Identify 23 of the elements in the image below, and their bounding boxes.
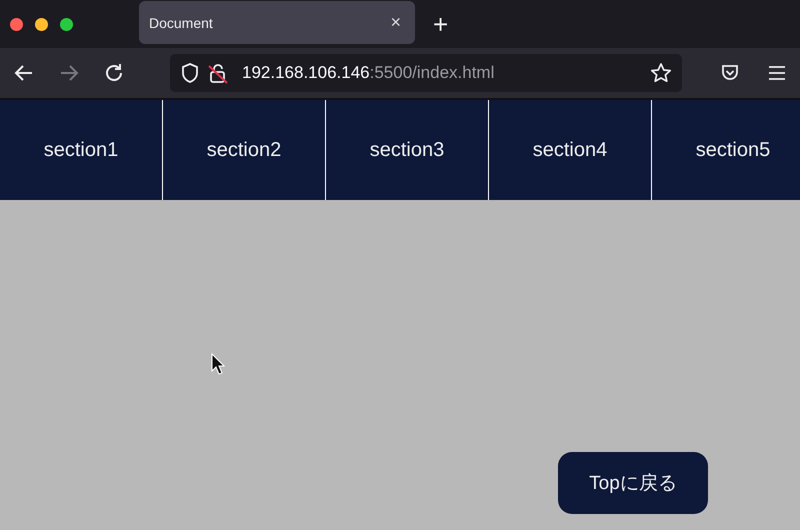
lock-icon[interactable]	[208, 62, 228, 84]
address-bar[interactable]: 192.168.106.146:5500/index.html	[170, 54, 682, 92]
minimize-window-button[interactable]	[35, 18, 48, 30]
browser-tab[interactable]: Document ×	[139, 1, 415, 44]
nav-link[interactable]: section4	[489, 100, 652, 200]
nav-link[interactable]: section2	[163, 100, 326, 200]
shield-icon[interactable]	[180, 62, 200, 84]
pocket-icon[interactable]	[720, 63, 740, 83]
nav-link[interactable]: section3	[326, 100, 489, 200]
url-host: 192.168.106.146	[242, 63, 370, 83]
menu-icon[interactable]	[768, 65, 786, 81]
pointer-cursor-icon	[211, 353, 225, 375]
nav-link[interactable]: section5	[652, 100, 800, 200]
new-tab-button[interactable]: +	[433, 11, 448, 37]
close-tab-button[interactable]: ×	[390, 12, 401, 33]
url-path: :5500/index.html	[370, 63, 494, 83]
nav-link[interactable]: section1	[0, 100, 163, 200]
star-icon[interactable]	[650, 62, 672, 84]
zoom-window-button[interactable]	[60, 18, 73, 30]
tab-title: Document	[149, 14, 213, 30]
close-window-button[interactable]	[10, 18, 23, 30]
back-to-top-button[interactable]: Topに戻る	[558, 452, 708, 514]
reload-icon[interactable]	[103, 62, 125, 84]
